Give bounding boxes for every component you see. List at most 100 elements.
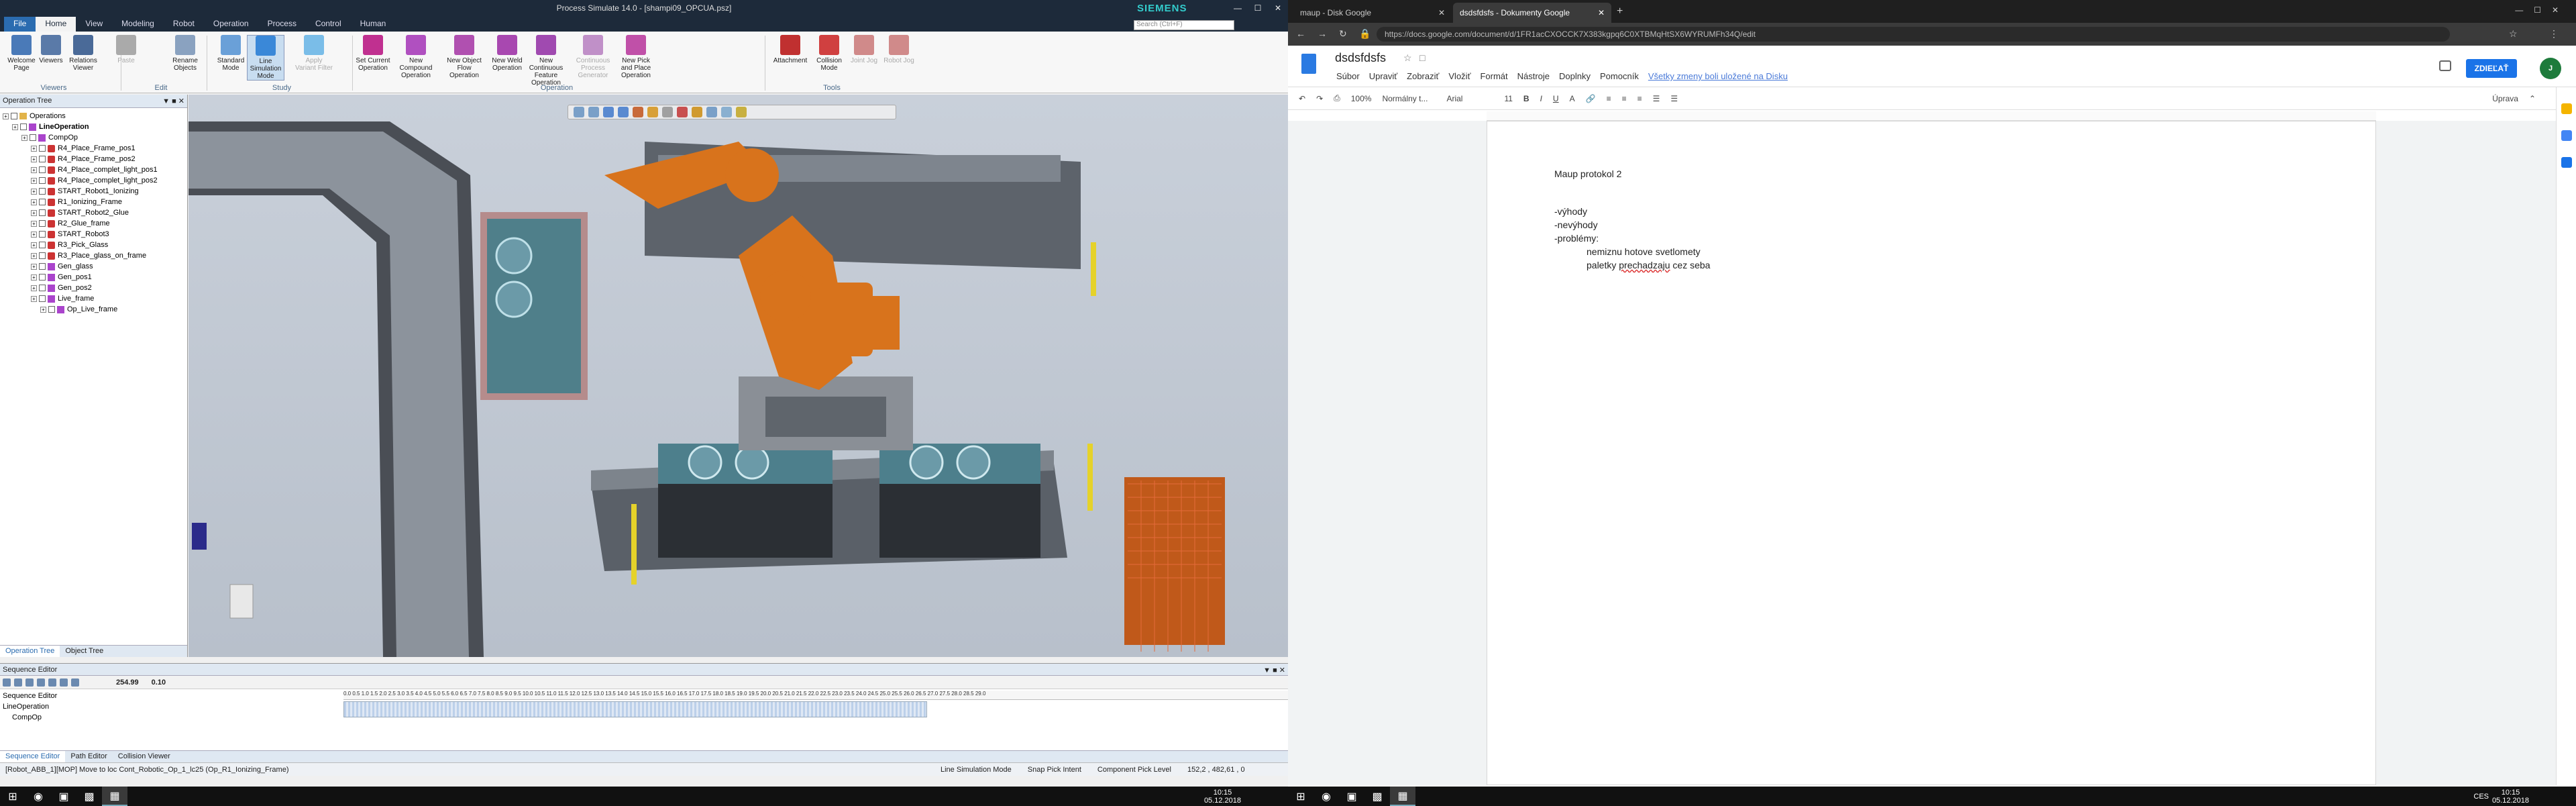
ribbon-button[interactable]: Rename Objects — [166, 35, 204, 72]
redo-icon[interactable]: ↷ — [1316, 94, 1323, 103]
underline-icon[interactable]: U — [1553, 94, 1559, 103]
checkbox-icon[interactable] — [39, 199, 46, 205]
checkbox-icon[interactable] — [39, 145, 46, 152]
menu-file[interactable]: Súbor — [1336, 71, 1360, 81]
numbered-list-icon[interactable]: ☰ — [1653, 94, 1660, 103]
start-icon[interactable]: ⊞ — [1288, 787, 1313, 806]
fast-forward-icon[interactable] — [71, 678, 79, 687]
checkbox-icon[interactable] — [39, 295, 46, 302]
minimize-icon[interactable]: — — [1228, 0, 1248, 16]
tree-item[interactable]: + R1_Ionizing_Frame — [0, 197, 187, 207]
collapse-icon[interactable]: ⌃ — [2529, 94, 2536, 103]
checkbox-icon[interactable] — [39, 231, 46, 238]
align-center-icon[interactable]: ≡ — [1622, 94, 1627, 103]
menu-view[interactable]: Zobraziť — [1407, 71, 1439, 81]
tree-item[interactable]: + Gen_pos2 — [0, 283, 187, 293]
expand-icon[interactable]: + — [31, 263, 37, 270]
tree-item[interactable]: + START_Robot1_Ionizing — [0, 186, 187, 197]
pan-icon[interactable] — [603, 107, 614, 117]
edit-mode-select[interactable]: Úprava — [2492, 94, 2518, 103]
link-icon[interactable]: 🔗 — [1586, 94, 1596, 103]
expand-icon[interactable]: + — [31, 209, 37, 216]
undo-icon[interactable]: ↶ — [1299, 94, 1305, 103]
menu-process[interactable]: Process — [258, 17, 306, 32]
zoom-icon[interactable] — [574, 107, 584, 117]
bold-icon[interactable]: B — [1523, 94, 1529, 103]
checkbox-icon[interactable] — [39, 274, 46, 281]
expand-icon[interactable]: + — [31, 199, 37, 205]
menu-control[interactable]: Control — [306, 17, 351, 32]
expand-icon[interactable]: + — [31, 285, 37, 291]
menu-view[interactable]: View — [76, 17, 112, 32]
checkbox-icon[interactable] — [39, 285, 46, 291]
font-select[interactable]: Arial — [1446, 94, 1493, 103]
process-simulate-icon[interactable]: ▦ — [1390, 787, 1415, 806]
saved-status[interactable]: Všetky zmeny boli uložené na Disku — [1648, 71, 1788, 81]
reload-icon[interactable]: ↻ — [1339, 28, 1347, 40]
tab-sequence-editor[interactable]: Sequence Editor — [0, 751, 66, 762]
checkbox-icon[interactable] — [39, 209, 46, 216]
tab-path-editor[interactable]: Path Editor — [65, 751, 112, 762]
expand-icon[interactable]: + — [31, 156, 37, 162]
play-back-icon[interactable] — [25, 678, 34, 687]
menu-icon[interactable]: ⋮ — [2549, 28, 2559, 40]
sequence-row[interactable]: CompOp — [0, 712, 342, 723]
expand-icon[interactable]: + — [31, 295, 37, 302]
italic-icon[interactable]: I — [1540, 94, 1542, 103]
step-forward-icon[interactable] — [60, 678, 68, 687]
tree-item[interactable]: + Live_frame — [0, 293, 187, 304]
ribbon-button[interactable]: Collision Mode — [810, 35, 848, 72]
share-button[interactable]: ZDIEĽAŤ — [2466, 59, 2517, 78]
star-icon[interactable]: ☆ — [2509, 28, 2518, 40]
address-bar[interactable]: https://docs.google.com/document/d/1FR1a… — [1377, 27, 2450, 42]
close-icon[interactable]: ✕ — [1268, 0, 1288, 16]
checkbox-icon[interactable] — [48, 306, 55, 313]
doc-page[interactable]: Maup protokol 2 -výhody -nevýhody -probl… — [1487, 121, 2376, 785]
text-color-icon[interactable]: A — [1570, 94, 1575, 103]
tree-item[interactable]: + Gen_pos1 — [0, 272, 187, 283]
avatar[interactable]: J — [2540, 58, 2561, 79]
chrome-tab-drive[interactable]: maup - Disk Google ✕ — [1293, 3, 1452, 23]
tree-item[interactable]: + R4_Place_complet_light_pos1 — [0, 164, 187, 175]
panel-close-icon[interactable]: ▼ ■ ✕ — [1263, 666, 1285, 674]
menu-help[interactable]: Pomocník — [1600, 71, 1639, 81]
ribbon-button[interactable]: Line Simulation Mode — [247, 35, 284, 81]
app-icon[interactable]: ▩ — [1364, 787, 1390, 806]
ribbon-button[interactable]: Apply Variant Filter — [295, 35, 333, 72]
bullet-list-icon[interactable]: ☰ — [1670, 94, 1678, 103]
view-icon[interactable] — [706, 107, 717, 117]
forward-icon[interactable]: → — [1318, 28, 1327, 39]
checkbox-icon[interactable] — [20, 123, 27, 130]
expand-icon[interactable]: + — [31, 177, 37, 184]
checkbox-icon[interactable] — [39, 252, 46, 259]
ribbon-button[interactable]: Robot Jog — [880, 35, 918, 64]
tree-item[interactable]: + R2_Glue_frame — [0, 218, 187, 229]
ribbon-button[interactable]: New Object Flow Operation — [445, 35, 483, 79]
render-icon[interactable] — [633, 107, 643, 117]
checkbox-icon[interactable] — [39, 242, 46, 248]
chrome-icon[interactable]: ◉ — [1313, 787, 1339, 806]
menu-tools[interactable]: Nástroje — [1517, 71, 1550, 81]
tree-item[interactable]: + START_Robot2_Glue — [0, 207, 187, 218]
checkbox-icon[interactable] — [39, 177, 46, 184]
explorer-icon[interactable]: ▣ — [1339, 787, 1364, 806]
spelling-error[interactable]: prechadzaju — [1619, 260, 1670, 270]
tab-collision-viewer[interactable]: Collision Viewer — [113, 751, 176, 762]
style-select[interactable]: Normálny t... — [1382, 94, 1436, 103]
tree-item[interactable]: + START_Robot3 — [0, 229, 187, 240]
expand-icon[interactable]: + — [31, 274, 37, 281]
menu-modeling[interactable]: Modeling — [112, 17, 164, 32]
tree-item[interactable]: + R4_Place_Frame_pos1 — [0, 143, 187, 154]
docs-logo-icon[interactable] — [1301, 54, 1316, 74]
comments-icon[interactable] — [2439, 60, 2451, 71]
measure-icon[interactable] — [692, 107, 702, 117]
font-size-select[interactable]: 11 — [1504, 94, 1512, 103]
tree-item[interactable]: + R4_Place_Frame_pos2 — [0, 154, 187, 164]
new-tab-icon[interactable]: + — [1617, 5, 1623, 17]
keep-icon[interactable] — [2561, 103, 2572, 114]
menu-addons[interactable]: Doplnky — [1559, 71, 1591, 81]
checkbox-icon[interactable] — [39, 166, 46, 173]
close-icon[interactable]: ✕ — [1598, 8, 1605, 17]
tree-item[interactable]: + R4_Place_complet_light_pos2 — [0, 175, 187, 186]
ps-search-input[interactable]: Search (Ctrl+F) — [1134, 20, 1234, 30]
